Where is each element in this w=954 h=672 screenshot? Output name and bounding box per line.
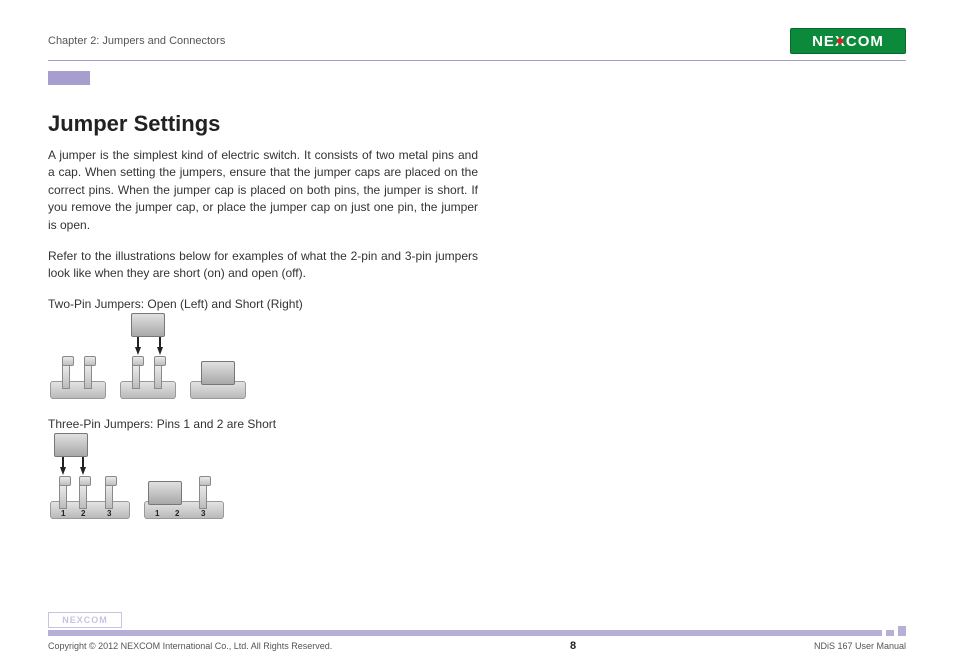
brand-text: NEXCOM	[812, 33, 884, 50]
page-title: Jumper Settings	[48, 111, 478, 137]
intro-paragraph-1: A jumper is the simplest kind of electri…	[48, 147, 478, 234]
two-pin-open	[50, 319, 106, 399]
doc-reference: NDiS 167 User Manual	[814, 641, 906, 651]
pin-1-label: 1	[155, 509, 159, 518]
pin-2-label: 2	[175, 509, 179, 518]
footer-brand-logo: NEXCOM	[48, 612, 122, 628]
pin-2-label: 2	[81, 509, 85, 518]
two-pin-illustration	[50, 319, 478, 399]
footer-brand-text: NEXCOM	[62, 615, 108, 625]
three-pin-cap-place: 1 2 3	[50, 439, 130, 519]
two-pin-short	[190, 319, 246, 399]
header-divider	[48, 60, 906, 61]
section-tab	[48, 71, 90, 85]
footer-divider	[48, 630, 906, 636]
two-pin-caption: Two-Pin Jumpers: Open (Left) and Short (…	[48, 297, 478, 311]
pin-3-label: 3	[201, 509, 205, 518]
three-pin-caption: Three-Pin Jumpers: Pins 1 and 2 are Shor…	[48, 417, 478, 431]
page-number: 8	[570, 640, 576, 652]
three-pin-illustration: 1 2 3 1 2 3	[50, 439, 478, 519]
three-pin-short-12: 1 2 3	[144, 439, 224, 519]
chapter-label: Chapter 2: Jumpers and Connectors	[48, 35, 225, 47]
intro-paragraph-2: Refer to the illustrations below for exa…	[48, 248, 478, 283]
two-pin-cap-place	[120, 319, 176, 399]
pin-3-label: 3	[107, 509, 111, 518]
brand-logo: NEXCOM	[790, 28, 906, 54]
pin-1-label: 1	[61, 509, 65, 518]
copyright-text: Copyright © 2012 NEXCOM International Co…	[48, 641, 332, 651]
